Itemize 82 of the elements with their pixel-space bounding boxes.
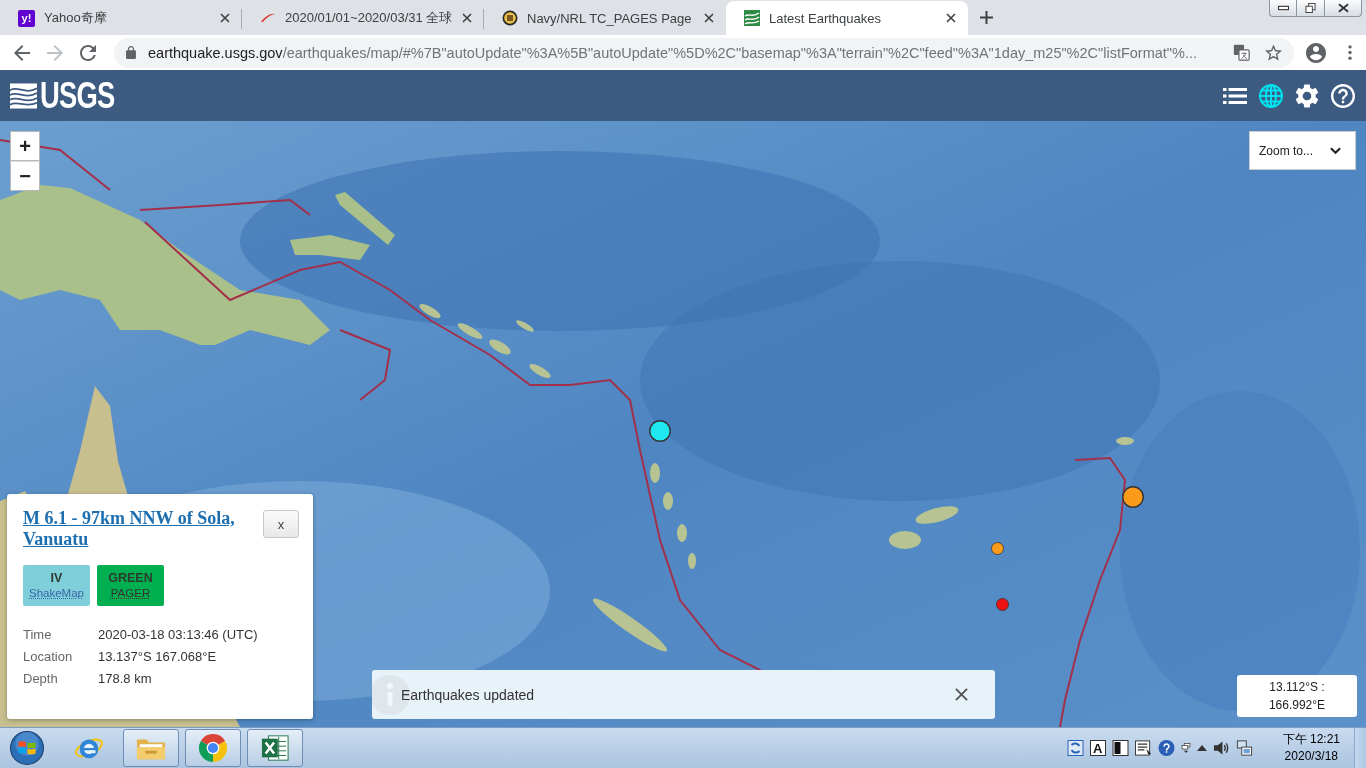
coordinates-readout: 13.112°S : 166.992°E (1237, 675, 1357, 717)
minimize-button[interactable] (1269, 0, 1297, 17)
speaker-icon[interactable] (1212, 740, 1230, 756)
spreadsheet-icon (260, 734, 290, 762)
taskbar-button[interactable] (185, 729, 241, 767)
restore-icon (1305, 3, 1316, 13)
browser-tab[interactable]: Navy/NRL TC_PAGES Page (484, 1, 726, 35)
lock-icon[interactable] (126, 46, 136, 59)
zoom-to-dropdown[interactable]: Zoom to... (1249, 131, 1356, 170)
clock[interactable]: 下午 12:21 2020/3/18 (1282, 731, 1340, 765)
detail-label: Depth (23, 670, 59, 688)
island (516, 320, 534, 332)
close-button[interactable]: x (263, 510, 299, 538)
island (688, 553, 696, 569)
new-tab-icon[interactable] (980, 11, 993, 24)
summary-badge[interactable]: GREEN PAGER (97, 565, 164, 606)
wave-logo-icon[interactable] (10, 82, 37, 109)
start-orb-icon[interactable] (10, 731, 44, 765)
browser-tab[interactable]: 2020/01/01~2020/03/31 全球 (242, 1, 484, 35)
detail-value: 178.8 km (98, 670, 153, 688)
island (529, 364, 551, 378)
help-icon[interactable] (1331, 83, 1355, 108)
close-icon (1337, 3, 1349, 13)
island (889, 531, 921, 549)
island (663, 492, 673, 510)
close-tab-icon[interactable] (220, 13, 230, 23)
earthquake-marker[interactable] (990, 541, 1004, 555)
star-icon[interactable] (1265, 44, 1282, 61)
island (457, 323, 483, 339)
network-icon[interactable] (1235, 740, 1253, 756)
back-arrow-icon[interactable] (14, 44, 30, 61)
taskbar-button[interactable] (247, 729, 303, 767)
earthquake-marker[interactable] (1122, 486, 1144, 508)
browser-tab[interactable]: Latest Earthquakes (726, 1, 968, 35)
close-window-button[interactable] (1325, 0, 1362, 17)
help-icon[interactable] (1157, 740, 1175, 756)
document-pen-icon[interactable] (1134, 740, 1152, 756)
event-title-link[interactable]: M 6.1 - 97km NNW of Sola, Vanuatu (23, 508, 253, 550)
ime-mode-indicator[interactable]: A (1089, 740, 1106, 756)
translate-icon[interactable] (1233, 44, 1250, 61)
island (650, 463, 660, 483)
profile-icon[interactable] (1306, 42, 1326, 63)
round-emblem-icon (502, 10, 518, 26)
close-icon[interactable] (955, 688, 968, 701)
detail-label: Location (23, 648, 74, 666)
earthquake-marker[interactable] (649, 420, 671, 442)
reload-icon[interactable] (80, 44, 96, 61)
zoom-out-button[interactable]: − (10, 161, 40, 191)
island (1116, 437, 1134, 445)
half-filled-square-icon[interactable] (1111, 740, 1129, 756)
logo-text[interactable]: USGS (40, 80, 115, 111)
menu-icon[interactable] (1348, 45, 1352, 60)
close-tab-icon[interactable] (704, 13, 714, 23)
stacked-windows-icon[interactable] (1180, 743, 1191, 753)
notification-text: Earthquakes updated (401, 686, 535, 703)
island (677, 524, 687, 542)
url-text: earthquake.usgs.gov/earthquakes/map/#%7B"autoUpdate"%3A%5B"autoUpdate"%5D%2C"basemap"%3A"terrain"%2C"feed"%3A"1day_m25"%2C"listFormat"%... (148, 44, 1198, 61)
taskbar-button[interactable] (123, 729, 179, 767)
zoom-in-button[interactable]: + (10, 131, 40, 161)
wave-tile-icon (744, 10, 760, 26)
letter-favicon: y! (18, 9, 35, 27)
island (419, 304, 441, 318)
earthquake-marker[interactable] (995, 597, 1009, 611)
segmented-circle-icon (198, 734, 228, 762)
circular-arrows-icon[interactable] (1066, 740, 1084, 756)
close-tab-icon[interactable] (462, 13, 472, 23)
globe-icon[interactable] (1259, 83, 1283, 108)
restore-button[interactable] (1297, 0, 1325, 17)
detail-value: 2020-03-18 03:13:46 (UTC) (98, 626, 259, 644)
list-icon[interactable] (1223, 86, 1247, 105)
island (915, 506, 959, 524)
island (489, 339, 511, 355)
address-bar[interactable]: earthquake.usgs.gov/earthquakes/map/#%7B"autoUpdate"%3A%5B"autoUpdate"%5D%2C"basemap"%3A"terrain"%2C"feed"%3A"1day_m25"%2C"listFormat"%... (114, 37, 1294, 68)
summary-badge[interactable]: IV ShakeMap (23, 565, 90, 606)
chevron-down-icon (1330, 146, 1341, 155)
detail-value: 13.137°S 167.068°E (98, 648, 218, 666)
minimize-icon (1277, 3, 1289, 13)
browser-tab[interactable]: y! Yahoo奇摩 (0, 1, 242, 35)
detail-label: Time (23, 626, 53, 644)
up-triangle-icon[interactable] (1196, 743, 1207, 753)
close-tab-icon[interactable] (946, 13, 956, 23)
settings-icon[interactable] (1295, 83, 1319, 108)
